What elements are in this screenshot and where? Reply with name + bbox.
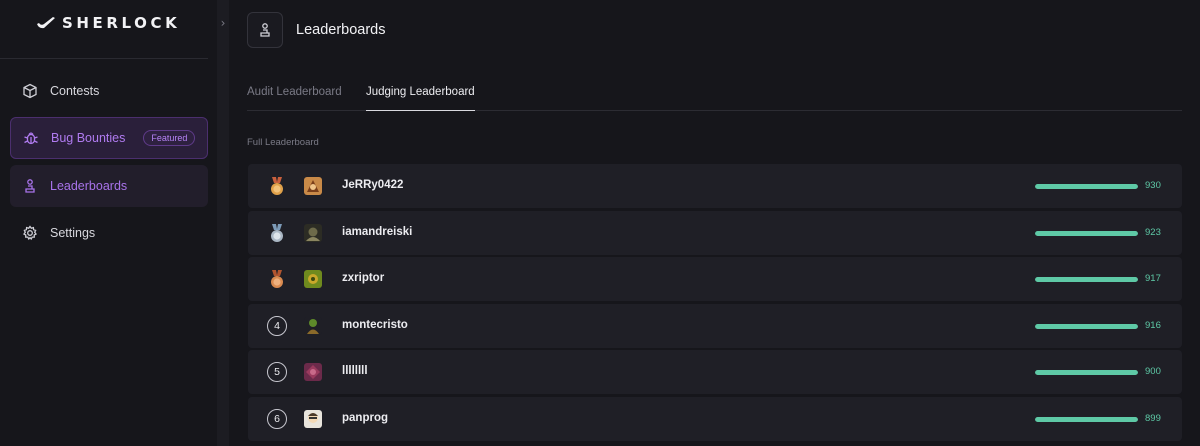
- gear-icon: [22, 225, 38, 241]
- rank-number: 6: [267, 409, 287, 429]
- score-bar-fill: [1035, 231, 1138, 236]
- table-row[interactable]: 6 panprog 899: [248, 397, 1182, 441]
- section-label: Full Leaderboard: [247, 137, 319, 148]
- score-bar: [1035, 277, 1138, 282]
- score-value: 900: [1145, 366, 1161, 377]
- silver-medal-icon: [271, 224, 283, 242]
- avatar-icon: [304, 224, 322, 242]
- sidebar-item-leaderboards[interactable]: Leaderboards: [10, 165, 208, 207]
- score-value: 930: [1145, 180, 1161, 191]
- avatar-icon: [304, 270, 322, 288]
- avatar-icon: [304, 410, 322, 428]
- sidebar-collapse-strip: [217, 0, 229, 446]
- table-row[interactable]: iamandreiski 923: [248, 211, 1182, 255]
- leaderboard-tabs: Audit Leaderboard Judging Leaderboard: [247, 84, 1182, 111]
- score-bar: [1035, 324, 1138, 329]
- table-row[interactable]: 5 llllllll 900: [248, 350, 1182, 394]
- username[interactable]: llllllll: [342, 365, 368, 377]
- brand-name: SHERLOCK: [62, 14, 181, 32]
- score-bar: [1035, 417, 1138, 422]
- bug-icon: [23, 130, 39, 146]
- sidebar-item-label: Settings: [50, 226, 96, 240]
- sherlock-pipe-icon: [37, 17, 55, 29]
- score-bar-fill: [1035, 324, 1138, 329]
- score-bar-fill: [1035, 184, 1138, 189]
- sidebar: SHERLOCK Contests Bug Bounties Featured: [0, 0, 217, 446]
- cube-icon: [22, 83, 38, 99]
- score-bar: [1035, 231, 1138, 236]
- table-row[interactable]: 4 montecristo 916: [248, 304, 1182, 348]
- score-bar: [1035, 184, 1138, 189]
- score-value: 916: [1145, 320, 1161, 331]
- podium-icon: [22, 178, 38, 194]
- sidebar-item-contests[interactable]: Contests: [10, 70, 208, 112]
- username[interactable]: panprog: [342, 412, 388, 424]
- score-value: 899: [1145, 413, 1161, 424]
- sidebar-item-bug-bounties[interactable]: Bug Bounties Featured: [10, 117, 208, 159]
- score-value: 917: [1145, 273, 1161, 284]
- gold-medal-icon: [271, 177, 283, 195]
- table-row[interactable]: zxriptor 917: [248, 257, 1182, 301]
- tab-judging-leaderboard[interactable]: Judging Leaderboard: [366, 84, 475, 111]
- rank-number: 5: [267, 362, 287, 382]
- avatar-icon: [304, 317, 322, 335]
- page-title: Leaderboards: [296, 22, 386, 38]
- username[interactable]: iamandreiski: [342, 226, 412, 238]
- chevron-right-icon[interactable]: ›: [217, 12, 229, 34]
- sidebar-divider: [0, 58, 208, 59]
- username[interactable]: JeRRy0422: [342, 179, 403, 191]
- tab-audit-leaderboard[interactable]: Audit Leaderboard: [247, 84, 342, 111]
- score-value: 923: [1145, 227, 1161, 238]
- sidebar-item-settings[interactable]: Settings: [10, 212, 208, 254]
- avatar-icon: [304, 177, 322, 195]
- score-bar: [1035, 370, 1138, 375]
- score-bar-fill: [1035, 417, 1138, 422]
- score-bar-fill: [1035, 370, 1138, 375]
- score-bar-fill: [1035, 277, 1138, 282]
- leaderboard-page-icon: [247, 12, 283, 48]
- avatar-icon: [304, 363, 322, 381]
- username[interactable]: montecristo: [342, 319, 408, 331]
- sidebar-item-label: Contests: [50, 84, 100, 98]
- featured-badge: Featured: [143, 130, 196, 146]
- username[interactable]: zxriptor: [342, 272, 384, 284]
- sidebar-item-label: Bug Bounties: [51, 131, 126, 145]
- brand-logo[interactable]: SHERLOCK: [36, 12, 180, 34]
- rank-number: 4: [267, 316, 287, 336]
- bronze-medal-icon: [271, 270, 283, 288]
- sidebar-item-label: Leaderboards: [50, 179, 128, 193]
- table-row[interactable]: JeRRy0422 930: [248, 164, 1182, 208]
